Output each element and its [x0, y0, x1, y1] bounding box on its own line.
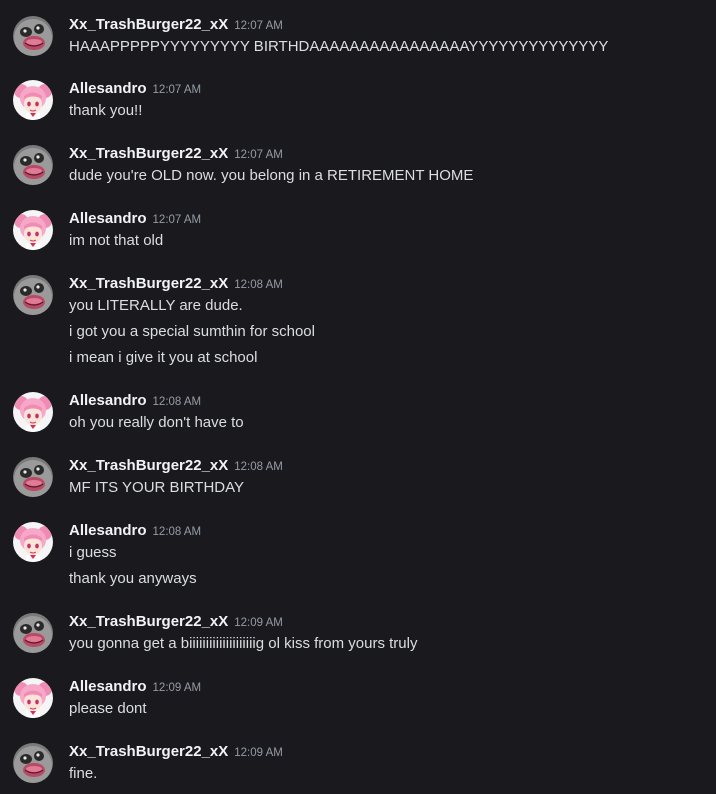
username[interactable]: Allesandro — [69, 522, 147, 539]
message-header: Allesandro 12:07 AM — [69, 208, 201, 230]
skull-cat-avatar-icon[interactable] — [13, 275, 53, 315]
skull-cat-avatar-icon[interactable] — [13, 613, 53, 653]
chat-message-list: Xx_TrashBurger22_xX 12:07 AM HAAAPPPPPYYYY… — [0, 0, 716, 794]
username[interactable]: Allesandro — [69, 678, 147, 695]
message-header: Xx_TrashBurger22_xX 12:07 AM — [69, 143, 283, 165]
message-header: Allesandro 12:07 AM — [69, 78, 201, 100]
pink-anime-girl-avatar-icon[interactable] — [13, 522, 53, 562]
pink-anime-girl-avatar-icon[interactable] — [13, 678, 53, 718]
skull-cat-avatar-icon[interactable] — [13, 16, 53, 56]
timestamp: 12:09 AM — [152, 682, 202, 694]
timestamp: 12:07 AM — [152, 84, 202, 96]
message-header: Xx_TrashBurger22_xX 12:08 AM — [69, 455, 283, 477]
message-header: Xx_TrashBurger22_xX 12:07 AM — [69, 14, 283, 36]
message-text: i mean i give it you at school — [69, 349, 258, 366]
username[interactable]: Xx_TrashBurger22_xX — [69, 275, 228, 292]
timestamp: 12:07 AM — [152, 214, 202, 226]
username[interactable]: Xx_TrashBurger22_xX — [69, 613, 228, 630]
timestamp: 12:07 AM — [234, 20, 283, 32]
message-header: Xx_TrashBurger22_xX 12:08 AM — [69, 273, 283, 295]
message-text: oh you really don't have to — [69, 414, 244, 431]
message-header: Allesandro 12:08 AM — [69, 520, 201, 542]
message-text: fine. — [69, 765, 98, 782]
username[interactable]: Allesandro — [69, 80, 147, 97]
message-text: thank you anyways — [69, 570, 197, 587]
message-text: thank you!! — [69, 102, 143, 119]
pink-anime-girl-avatar-icon[interactable] — [13, 392, 53, 432]
username[interactable]: Xx_TrashBurger22_xX — [69, 743, 228, 760]
message-header: Allesandro 12:09 AM — [69, 676, 201, 698]
message-text: HAAAPPPPPYYYYYYYYY BIRTHDAAAAAAAAAAAAAAA… — [69, 38, 609, 55]
username[interactable]: Allesandro — [69, 210, 147, 227]
username[interactable]: Xx_TrashBurger22_xX — [69, 457, 228, 474]
timestamp: 12:08 AM — [234, 461, 283, 473]
timestamp: 12:09 AM — [234, 617, 283, 629]
message-header: Xx_TrashBurger22_xX 12:09 AM — [69, 741, 283, 763]
message-text: MF ITS YOUR BIRTHDAY — [69, 479, 245, 496]
message-text: i guess — [69, 544, 117, 561]
pink-anime-girl-avatar-icon[interactable] — [13, 210, 53, 250]
skull-cat-avatar-icon[interactable] — [13, 743, 53, 783]
message-text: i got you a special sumthin for school — [69, 323, 315, 340]
username[interactable]: Xx_TrashBurger22_xX — [69, 16, 228, 33]
timestamp: 12:08 AM — [234, 279, 283, 291]
message-text: you LITERALLY are dude. — [69, 297, 243, 314]
message-header: Allesandro 12:08 AM — [69, 390, 201, 412]
message-text: dude you're OLD now. you belong in a RET… — [69, 167, 474, 184]
message-text: please dont — [69, 700, 147, 717]
skull-cat-avatar-icon[interactable] — [13, 457, 53, 497]
skull-cat-avatar-icon[interactable] — [13, 145, 53, 185]
timestamp: 12:09 AM — [234, 747, 283, 759]
message-text: im not that old — [69, 232, 164, 249]
timestamp: 12:07 AM — [234, 149, 283, 161]
pink-anime-girl-avatar-icon[interactable] — [13, 80, 53, 120]
username[interactable]: Allesandro — [69, 392, 147, 409]
timestamp: 12:08 AM — [152, 396, 202, 408]
message-text: you gonna get a biiiiiiiiiiiiiiiiiiiig o… — [69, 635, 418, 652]
username[interactable]: Xx_TrashBurger22_xX — [69, 145, 228, 162]
timestamp: 12:08 AM — [152, 526, 202, 538]
message-header: Xx_TrashBurger22_xX 12:09 AM — [69, 611, 283, 633]
